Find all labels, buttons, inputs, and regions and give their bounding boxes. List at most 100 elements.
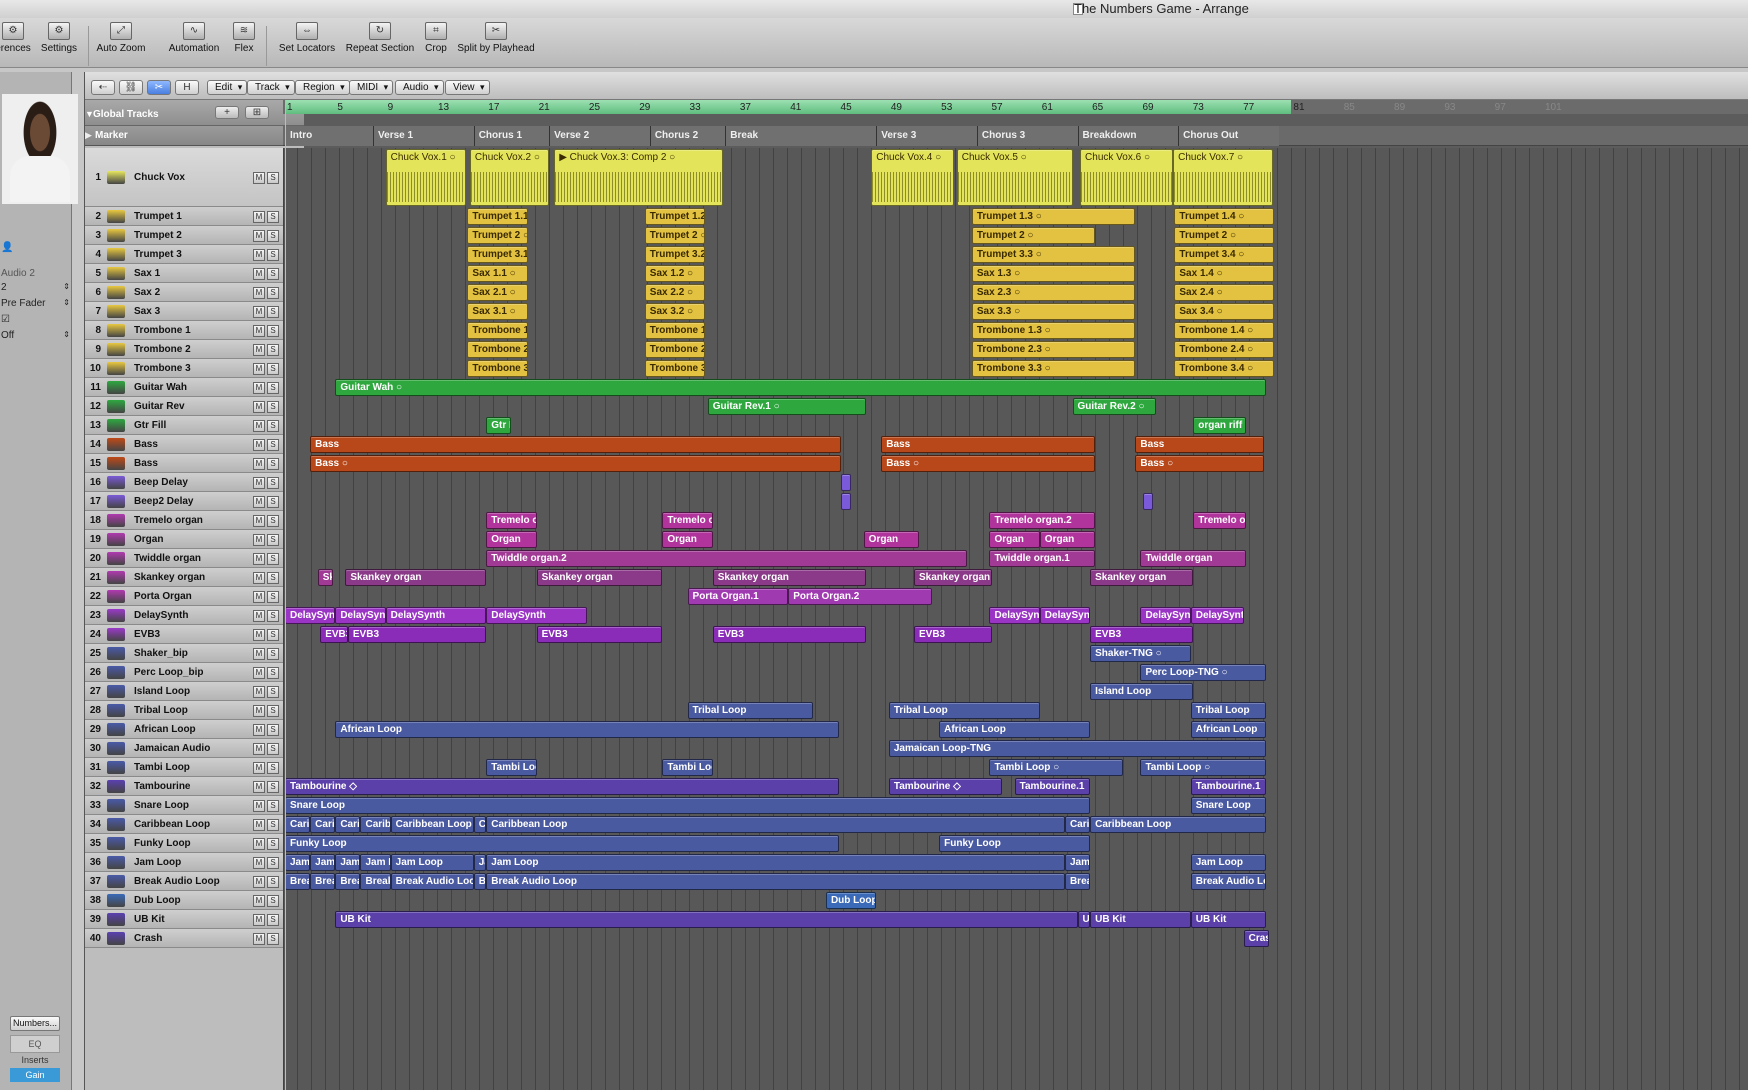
playhead[interactable] (285, 100, 286, 1090)
region[interactable]: Sax 1.1 ○ (467, 265, 528, 282)
track-header[interactable]: 5 Sax 1 MS (85, 264, 304, 283)
solo-button[interactable]: S (267, 894, 279, 907)
automation-button[interactable]: ∿ Automation (164, 22, 224, 54)
solo-button[interactable]: S (267, 457, 279, 470)
region[interactable]: Sax 2.1 ○ (467, 284, 528, 301)
track-header[interactable]: 33 Snare Loop M S (85, 796, 304, 815)
track-header[interactable]: 37 Break Audio Loop M S (85, 872, 304, 891)
numbers-button[interactable]: Numbers... (10, 1016, 60, 1031)
region[interactable]: Sax 1.4 ○ (1174, 265, 1274, 282)
region[interactable]: Caribbean Loop (360, 816, 391, 833)
mute-button[interactable]: M (253, 837, 265, 850)
solo-button[interactable]: S (267, 856, 279, 869)
mute-button[interactable]: M (253, 305, 265, 318)
region[interactable]: Sax 1.3 ○ (971, 265, 1136, 282)
global-tracks-header[interactable]: ▼ Global Tracks + ⊞ (85, 100, 304, 126)
region[interactable]: Caribbean Loop (486, 816, 1065, 833)
solo-button[interactable]: S (267, 533, 279, 546)
mute-button[interactable]: M (253, 171, 265, 184)
region[interactable]: Tremelo organ (662, 512, 713, 529)
region[interactable]: Jam Loop (1190, 854, 1267, 871)
auto-zoom-button[interactable]: ⤢ Auto Zoom (94, 22, 148, 54)
region[interactable]: Snare Loop (285, 797, 1091, 814)
region[interactable]: Jam Loop (1064, 854, 1091, 871)
region[interactable]: Snare Loop (1190, 797, 1267, 814)
region[interactable]: Trombone 2.1 (467, 341, 528, 358)
region[interactable]: Caribbean Loop (1064, 816, 1091, 833)
track-header[interactable]: 9 Trombone 2 MS (85, 340, 304, 359)
region[interactable]: Skankey organ (536, 569, 663, 586)
region[interactable]: Shaker-TNG ○ (1090, 645, 1191, 662)
region[interactable]: Break Audio Loop (1064, 873, 1091, 890)
track-header[interactable]: 27 Island Loop M S (85, 682, 304, 701)
mute-button[interactable]: M (253, 723, 265, 736)
region[interactable]: Tambi Loop ○ (989, 759, 1123, 776)
solo-button[interactable]: S (267, 742, 279, 755)
hide-button[interactable]: H (175, 80, 199, 95)
mute-button[interactable]: M (253, 894, 265, 907)
mute-button[interactable]: M (253, 913, 265, 926)
region[interactable]: Tambi Loop (662, 759, 713, 776)
mute-button[interactable]: M (253, 286, 265, 299)
region[interactable]: DelaySynth (335, 607, 386, 624)
region[interactable]: Crash (1243, 930, 1269, 947)
region[interactable]: Tambourine.1 (1190, 778, 1267, 795)
region[interactable]: Jam Loop (335, 854, 361, 871)
region[interactable] (841, 474, 852, 491)
solo-button[interactable]: S (267, 913, 279, 926)
region[interactable]: Jam Loop (390, 854, 474, 871)
region[interactable]: Guitar Rev.2 ○ (1072, 398, 1156, 415)
track-header[interactable]: 17 Beep2 Delay M S (85, 492, 304, 511)
region[interactable]: UB Kit (1090, 911, 1191, 928)
solo-button[interactable]: S (267, 666, 279, 679)
cycle-region[interactable] (285, 100, 1292, 114)
region[interactable]: UB Kit (335, 911, 1078, 928)
track-menu[interactable]: Track (247, 80, 295, 95)
region[interactable]: Tribal Loop (687, 702, 814, 719)
mute-button[interactable]: M (253, 552, 265, 565)
region[interactable]: Twiddle organ.2 (486, 550, 967, 567)
region[interactable]: Caribbean Loop (285, 816, 311, 833)
region[interactable]: Trombone 1.2 (644, 322, 706, 339)
region[interactable]: Dub Loop (825, 892, 877, 909)
solo-button[interactable]: S (267, 171, 279, 184)
region[interactable]: Tambourine.1 (1014, 778, 1091, 795)
region[interactable]: ▶ Chuck Vox.3: Comp 2 ○ (554, 149, 723, 206)
region[interactable]: Break Audio Loop (335, 873, 361, 890)
marker[interactable]: Chorus 3 (976, 126, 1078, 146)
region[interactable]: Break Audio Loop (486, 873, 1065, 890)
solo-button[interactable]: S (267, 609, 279, 622)
region[interactable]: Jam Loop (473, 854, 487, 871)
mute-button[interactable]: M (253, 419, 265, 432)
marker[interactable]: Intro (285, 126, 374, 146)
track-header[interactable]: 13 Gtr Fill M S (85, 416, 304, 435)
track-header[interactable]: 22 Porta Organ M S (85, 587, 304, 606)
region[interactable]: EVB3 (347, 626, 487, 643)
region[interactable]: EVB3 (1090, 626, 1194, 643)
mute-button[interactable]: M (253, 229, 265, 242)
region[interactable]: Organ (989, 531, 1040, 548)
region[interactable]: African Loop (335, 721, 839, 738)
track-header[interactable]: 38 Dub Loop M S (85, 891, 304, 910)
region[interactable]: Trumpet 1.3 ○ (971, 208, 1136, 225)
solo-button[interactable]: S (267, 248, 279, 261)
region[interactable]: Tribal Loop (888, 702, 1040, 719)
region[interactable]: Skankey organ (345, 569, 487, 586)
solo-button[interactable]: S (267, 647, 279, 660)
region[interactable]: DelaySynth (486, 607, 587, 624)
solo-button[interactable]: S (267, 704, 279, 717)
region[interactable]: Trombone 2.3 ○ (971, 341, 1136, 358)
region[interactable]: Break Audio Loop (285, 873, 311, 890)
marker[interactable]: Break (725, 126, 877, 146)
track-header[interactable]: 7 Sax 3 MS (85, 302, 304, 321)
region[interactable]: Trumpet 3.2 (644, 246, 706, 263)
crop-button[interactable]: ⌗ Crop (422, 22, 450, 54)
region[interactable]: Trumpet 1.2 (644, 208, 706, 225)
region[interactable]: Sax 3.1 ○ (467, 303, 528, 320)
region[interactable]: Porta Organ.1 (687, 588, 789, 605)
track-header[interactable]: 14 Bass M S (85, 435, 304, 454)
region[interactable]: DelaySynth (1140, 607, 1191, 624)
region[interactable]: Organ (662, 531, 713, 548)
solo-button[interactable]: S (267, 780, 279, 793)
add-track-button[interactable]: + (215, 106, 239, 119)
